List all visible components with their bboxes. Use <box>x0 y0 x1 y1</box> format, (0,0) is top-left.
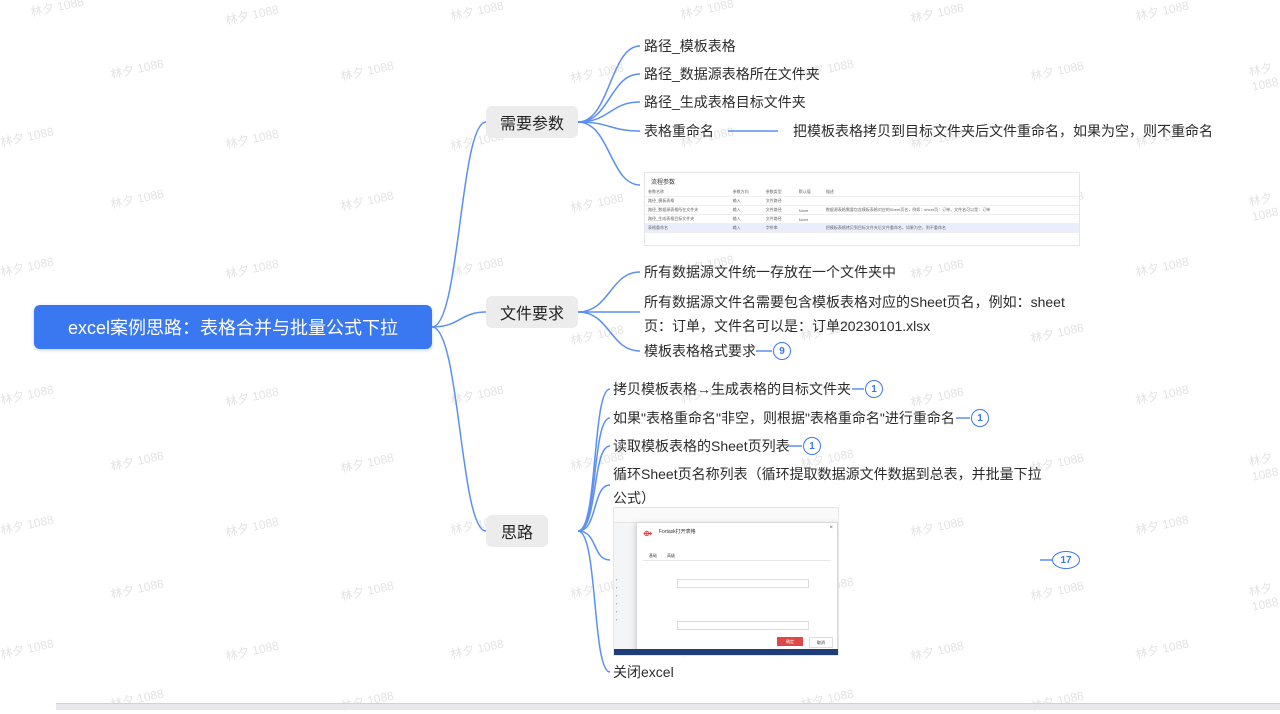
params-table-thumbnail[interactable]: 流程参数 参数名称 参数方向 参数类型 默认值 描述 路径_模板表格 输入 文件路径 路径_数据… <box>644 172 1080 246</box>
thumb-table-cell <box>822 214 1079 224</box>
idea-loop-sheets[interactable]: 循环Sheet页名称列表（循环提取数据源文件数据到总表，并批量下拉公式） <box>613 462 1045 510</box>
thumb-table-cell: 路径_生成表格目标文件夹 <box>645 214 730 224</box>
count-badge[interactable]: 1 <box>803 437 821 455</box>
thumb-table-cell: 把模板表格拷贝到目标文件夹后文件重命名，如果为空，则不重命名 <box>822 223 1079 233</box>
count-badge[interactable]: 9 <box>773 342 791 360</box>
count-badge[interactable]: 17 <box>1052 551 1080 569</box>
close-icon: × <box>829 525 833 531</box>
param-target-folder[interactable]: 路径_生成表格目标文件夹 <box>644 90 806 114</box>
params-thumb-title: 流程参数 <box>651 180 676 186</box>
file-req-same-folder[interactable]: 所有数据源文件统一存放在一个文件夹中 <box>644 260 896 284</box>
param-rename[interactable]: 表格重命名 <box>644 119 714 143</box>
thumb-dialog-title: Fortask打开表格 <box>659 529 696 535</box>
thumb-table-cell: 参数名称 <box>645 188 730 197</box>
thumb-sidebar: ▪ ▪ ▪ ▪ ▪ ▪ <box>616 577 618 622</box>
thumb-table-cell: 路径_数据源表格所在文件夹 <box>645 205 730 215</box>
thumb-table-cell: 路径_模板表格 <box>645 196 730 206</box>
thumb-table-cell <box>795 196 823 206</box>
thumb-taskbar <box>614 649 838 655</box>
thumb-table-cell: 文件路径 <box>762 205 796 215</box>
thumb-table-row: 表格重命名 输入 字符串 把模板表格拷贝到目标文件夹后文件重命名，如果为空，则不重命名 <box>645 223 1079 233</box>
count-badge[interactable]: 1 <box>971 409 989 427</box>
thumb-table-cell: 输入 <box>729 214 763 224</box>
thumb-divider <box>643 560 831 561</box>
thumb-toolbar <box>614 508 838 523</box>
thumb-table-cell: 数据源表格需要包含模板表格对应的Sheet页名，例如：sheet页：订单，文件名… <box>822 205 1079 215</box>
idea-copy-template[interactable]: 拷贝模板表格→生成表格的目标文件夹 <box>613 377 851 401</box>
app-logo-icon: ⟴ <box>643 529 653 538</box>
thumb-ok-button: 确定 <box>777 637 803 646</box>
idea-rename[interactable]: 如果"表格重命名"非空，则根据"表格重命名"进行重命名 <box>613 406 955 430</box>
thumb-table-row: 路径_生成表格目标文件夹 输入 文件路径 None <box>645 214 1079 224</box>
dialog-screenshot-thumbnail[interactable]: ▪ ▪ ▪ ▪ ▪ ▪ ⟴ Fortask打开表格 × 基础 高级 确定 取消 <box>613 507 839 656</box>
thumb-table-cell: 表格重命名 <box>645 223 730 233</box>
file-req-naming[interactable]: 所有数据源文件名需要包含模板表格对应的Sheet页名，例如：sheet页：订单，… <box>644 290 1074 338</box>
thumb-table-row: 路径_数据源表格所在文件夹 输入 文件路径 None 数据源表格需要包含模板表格对应的S… <box>645 205 1079 215</box>
count-badge[interactable]: 1 <box>865 380 883 398</box>
thumb-table-cell <box>795 223 823 233</box>
param-source-folder[interactable]: 路径_数据源表格所在文件夹 <box>644 62 820 86</box>
thumb-input-2 <box>677 621 809 630</box>
thumb-table-cell: 文件路径 <box>762 214 796 224</box>
branch-params[interactable]: 需要参数 <box>486 106 578 138</box>
thumb-cancel-button: 取消 <box>809 637 833 648</box>
thumb-table-cell: 参数方向 <box>729 188 763 197</box>
file-req-template-format[interactable]: 模板表格格式要求 <box>644 339 756 363</box>
idea-close-excel[interactable]: 关闭excel <box>613 660 674 684</box>
thumb-table-cell: 描述 <box>822 188 1079 197</box>
thumb-dialog: ⟴ Fortask打开表格 × 基础 高级 确定 取消 <box>636 522 838 652</box>
thumb-table-cell: 输入 <box>729 205 763 215</box>
thumb-table-cell: None <box>795 205 823 215</box>
root-node[interactable]: excel案例思路：表格合并与批量公式下拉 <box>34 305 432 349</box>
thumb-dialog-tab-advanced: 高级 <box>667 553 675 558</box>
thumb-table-cell: 参数类型 <box>762 188 796 197</box>
thumb-dialog-tab-basic: 基础 <box>649 553 657 558</box>
param-template-path[interactable]: 路径_模板表格 <box>644 34 736 58</box>
thumb-table-cell: 文件路径 <box>762 196 796 206</box>
params-thumb-table: 参数名称 参数方向 参数类型 默认值 描述 路径_模板表格 输入 文件路径 路径_数据源表格所在… <box>645 188 1079 233</box>
thumb-input-1 <box>677 579 809 588</box>
thumb-table-cell: 默认值 <box>795 188 823 197</box>
thumb-table-cell: 输入 <box>729 223 763 233</box>
idea-read-sheets[interactable]: 读取模板表格的Sheet页列表 <box>613 434 790 458</box>
thumb-table-row: 参数名称 参数方向 参数类型 默认值 描述 <box>645 188 1079 197</box>
thumb-table-cell: None <box>795 214 823 224</box>
thumb-table-cell <box>822 196 1079 206</box>
thumb-table-cell: 字符串 <box>762 223 796 233</box>
thumb-table-row: 路径_模板表格 输入 文件路径 <box>645 196 1079 206</box>
param-rename-note[interactable]: 把模板表格拷贝到目标文件夹后文件重命名，如果为空，则不重命名 <box>793 119 1213 143</box>
branch-files[interactable]: 文件要求 <box>486 296 578 328</box>
thumb-table-cell: 输入 <box>729 196 763 206</box>
branch-ideas[interactable]: 思路 <box>486 515 548 547</box>
